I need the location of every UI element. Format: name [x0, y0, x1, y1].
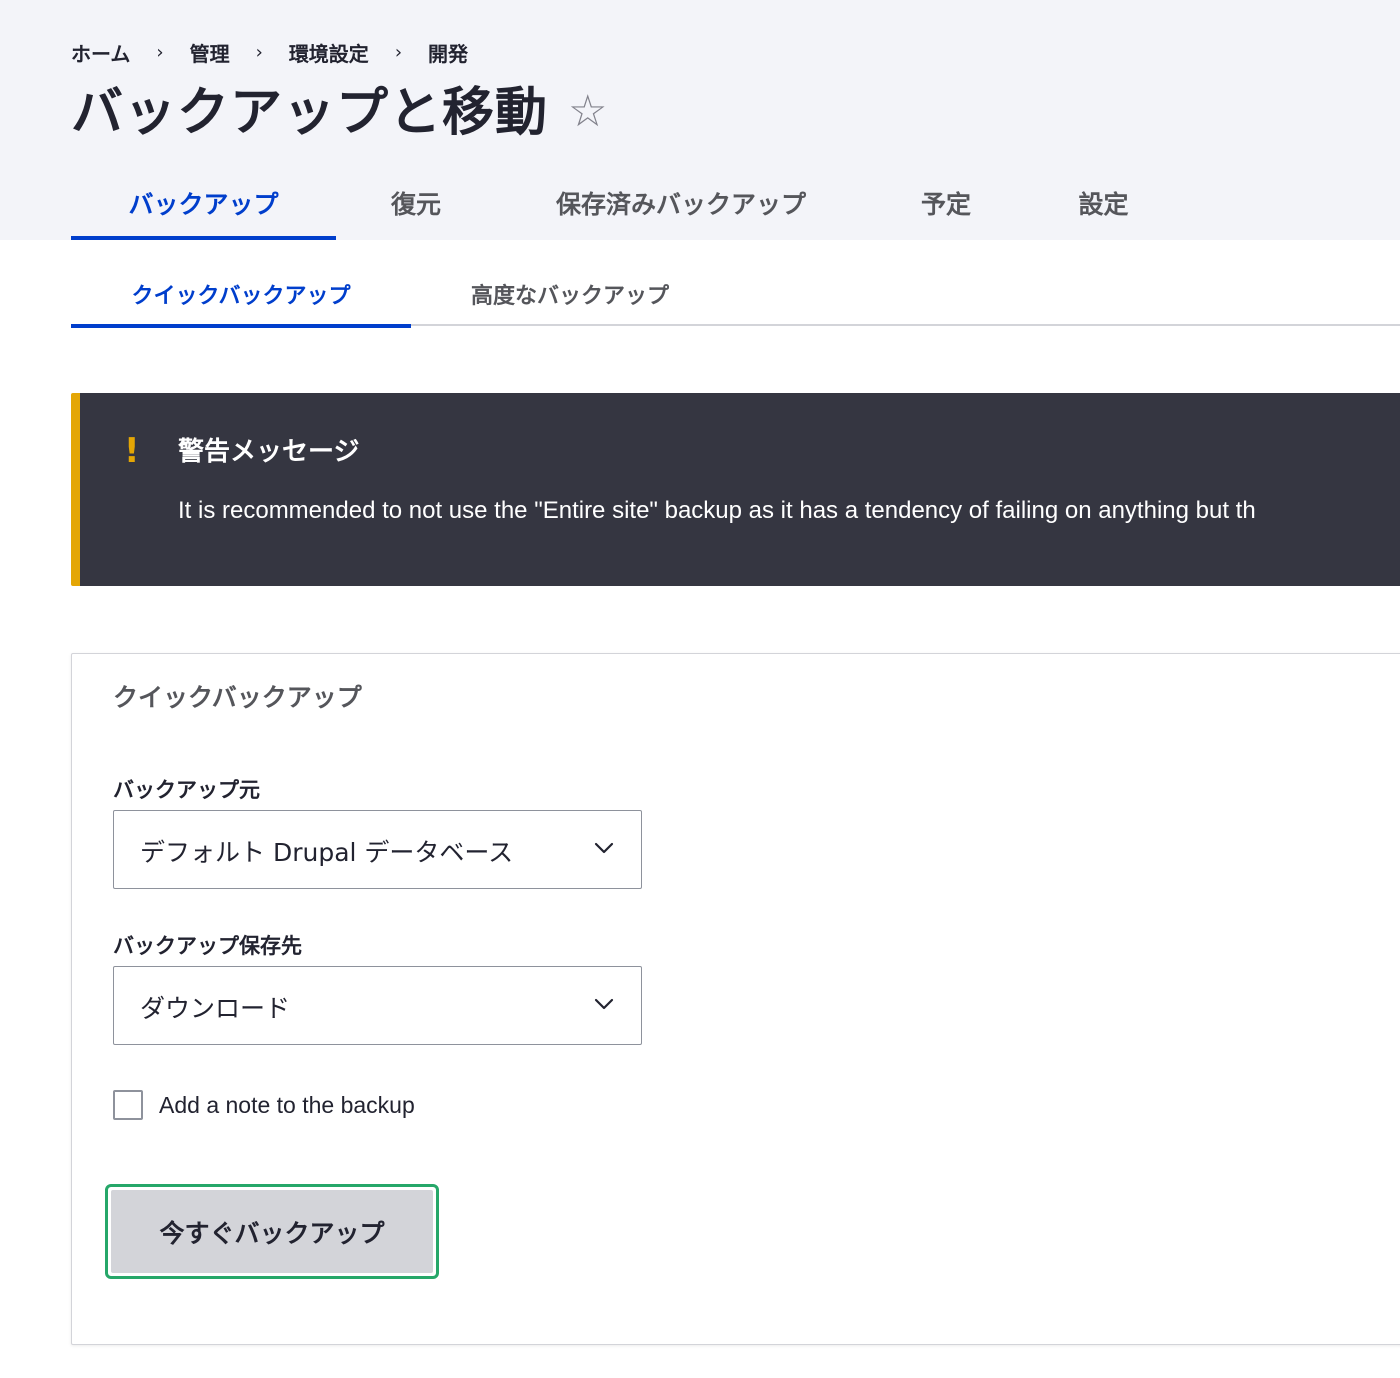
- backup-now-focus-ring: 今すぐバックアップ: [105, 1184, 439, 1279]
- tab-settings[interactable]: 設定: [1026, 165, 1181, 240]
- warning-title: 警告メッセージ: [178, 437, 360, 467]
- backup-source-select[interactable]: デフォルト Drupal データベース: [113, 810, 642, 889]
- backup-source-value: デフォルト Drupal データベース: [140, 838, 514, 867]
- breadcrumb-config[interactable]: 環境設定: [289, 38, 369, 67]
- star-icon[interactable]: ☆: [568, 86, 607, 137]
- tab-restore[interactable]: 復元: [336, 165, 496, 240]
- tab-saved-backups[interactable]: 保存済みバックアップ: [496, 165, 866, 240]
- warning-message: ! 警告メッセージ It is recommended to not use t…: [71, 393, 1400, 586]
- page-header: ホーム › 管理 › 環境設定 › 開発 バックアップと移動 ☆ バックアップ …: [0, 0, 1400, 240]
- chevron-down-icon: [594, 998, 614, 1010]
- quick-backup-form: クイックバックアップ バックアップ元 デフォルト Drupal データベース バ…: [71, 653, 1400, 1345]
- backup-destination-value: ダウンロード: [140, 994, 291, 1023]
- breadcrumb-admin[interactable]: 管理: [190, 38, 230, 67]
- form-legend: クイックバックアップ: [113, 683, 362, 712]
- primary-tabs: バックアップ 復元 保存済みバックアップ 予定 設定: [71, 165, 1181, 240]
- tab-advanced-backup[interactable]: 高度なバックアップ: [411, 262, 729, 326]
- breadcrumb-separator-icon: ›: [156, 42, 164, 63]
- tab-backup[interactable]: バックアップ: [71, 165, 336, 240]
- breadcrumb-development[interactable]: 開発: [428, 38, 468, 67]
- add-note-checkbox[interactable]: [113, 1090, 143, 1120]
- backup-destination-select[interactable]: ダウンロード: [113, 966, 642, 1045]
- backup-destination-label: バックアップ保存先: [113, 934, 302, 958]
- breadcrumb: ホーム › 管理 › 環境設定 › 開発: [71, 38, 468, 67]
- tab-schedule[interactable]: 予定: [866, 165, 1026, 240]
- backup-now-button[interactable]: 今すぐバックアップ: [111, 1190, 433, 1273]
- add-note-row: Add a note to the backup: [113, 1090, 415, 1120]
- page-title: バックアップと移動: [71, 83, 549, 143]
- page-title-row: バックアップと移動 ☆: [71, 70, 607, 145]
- warning-icon: !: [124, 431, 140, 471]
- warning-text: It is recommended to not use the "Entire…: [178, 497, 1256, 524]
- breadcrumb-home[interactable]: ホーム: [71, 38, 130, 67]
- chevron-down-icon: [594, 842, 614, 854]
- breadcrumb-separator-icon: ›: [394, 42, 403, 63]
- add-note-label[interactable]: Add a note to the backup: [159, 1092, 415, 1119]
- secondary-tabs: クイックバックアップ 高度なバックアップ: [71, 262, 1400, 328]
- breadcrumb-separator-icon: ›: [255, 42, 263, 63]
- backup-source-label: バックアップ元: [113, 778, 260, 802]
- tab-quick-backup[interactable]: クイックバックアップ: [71, 262, 411, 328]
